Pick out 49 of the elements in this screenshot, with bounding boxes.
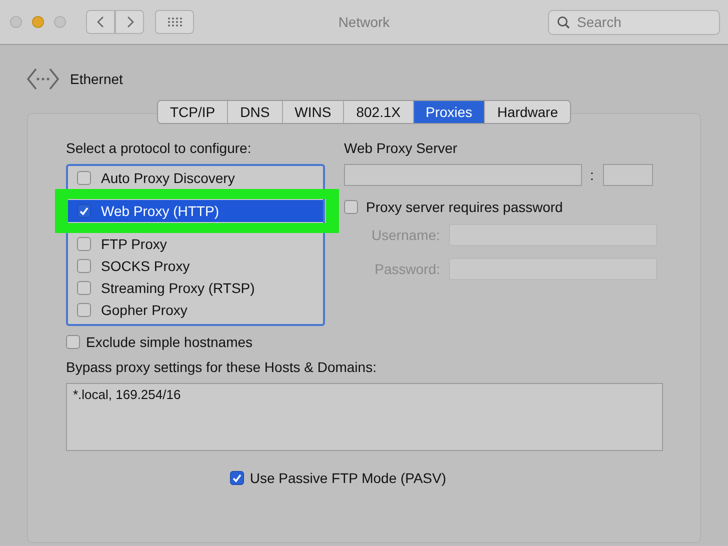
protocol-item[interactable]: Auto Proxy Discovery bbox=[68, 167, 323, 189]
separator-text: : bbox=[590, 167, 594, 183]
section-label: Bypass proxy settings for these Hosts & Domains: bbox=[66, 359, 378, 375]
checkbox[interactable] bbox=[77, 259, 91, 273]
protocol-label: Auto Proxy Discovery bbox=[101, 170, 235, 186]
section-label: Select a protocol to configure: bbox=[66, 140, 252, 156]
tab[interactable]: WINS bbox=[282, 101, 344, 123]
window-minimize-button[interactable] bbox=[32, 16, 44, 28]
window-title: Network bbox=[338, 14, 390, 30]
grid-icon bbox=[166, 17, 182, 27]
checkbox[interactable] bbox=[66, 335, 80, 349]
chevron-left-icon bbox=[96, 16, 104, 28]
tab[interactable]: Proxies bbox=[412, 101, 484, 123]
forward-button[interactable] bbox=[115, 10, 144, 34]
tab[interactable]: Hardware bbox=[484, 101, 570, 123]
checkbox[interactable] bbox=[230, 471, 244, 485]
checkbox[interactable] bbox=[77, 303, 91, 317]
checkbox[interactable] bbox=[77, 171, 91, 185]
protocol-label: SOCKS Proxy bbox=[101, 258, 190, 274]
protocol-item[interactable]: SOCKS Proxy bbox=[68, 255, 323, 277]
checkbox[interactable] bbox=[77, 204, 91, 218]
protocol-item[interactable]: FTP Proxy bbox=[68, 233, 323, 255]
interface-name: Ethernet bbox=[70, 71, 123, 87]
grid-button[interactable] bbox=[155, 10, 194, 34]
bypass-text-area[interactable]: *.local, 169.254/16 bbox=[66, 383, 663, 451]
tab[interactable]: DNS bbox=[227, 101, 282, 123]
search-field[interactable]: Search bbox=[548, 10, 720, 34]
window-close-button[interactable] bbox=[10, 16, 22, 28]
checkbox-label: Exclude simple hostnames bbox=[86, 334, 253, 350]
back-button[interactable] bbox=[86, 10, 115, 34]
checkbox-label: Use Passive FTP Mode (PASV) bbox=[250, 470, 446, 486]
checkbox[interactable] bbox=[344, 200, 358, 214]
tab[interactable]: TCP/IP bbox=[158, 101, 228, 123]
checkbox[interactable] bbox=[77, 281, 91, 295]
ethernet-icon bbox=[26, 67, 60, 91]
host-field[interactable] bbox=[344, 164, 582, 186]
protocol-label: FTP Proxy bbox=[101, 236, 167, 252]
protocol-label: Web Proxy (HTTP) bbox=[101, 203, 219, 219]
chevron-right-icon bbox=[126, 16, 134, 28]
port-field[interactable] bbox=[602, 164, 653, 186]
protocol-item[interactable]: Gopher Proxy bbox=[68, 299, 323, 321]
protocol-label: Streaming Proxy (RTSP) bbox=[101, 280, 255, 296]
protocol-item[interactable]: Web Proxy (HTTP) bbox=[68, 200, 323, 222]
protocol-label: Gopher Proxy bbox=[101, 302, 188, 318]
section-label: Web Proxy Server bbox=[344, 140, 458, 156]
checkbox[interactable] bbox=[77, 237, 91, 251]
protocol-item[interactable]: Streaming Proxy (RTSP) bbox=[68, 277, 323, 299]
window-zoom-button[interactable] bbox=[54, 16, 66, 28]
checkbox-label: Proxy server requires password bbox=[366, 199, 563, 215]
